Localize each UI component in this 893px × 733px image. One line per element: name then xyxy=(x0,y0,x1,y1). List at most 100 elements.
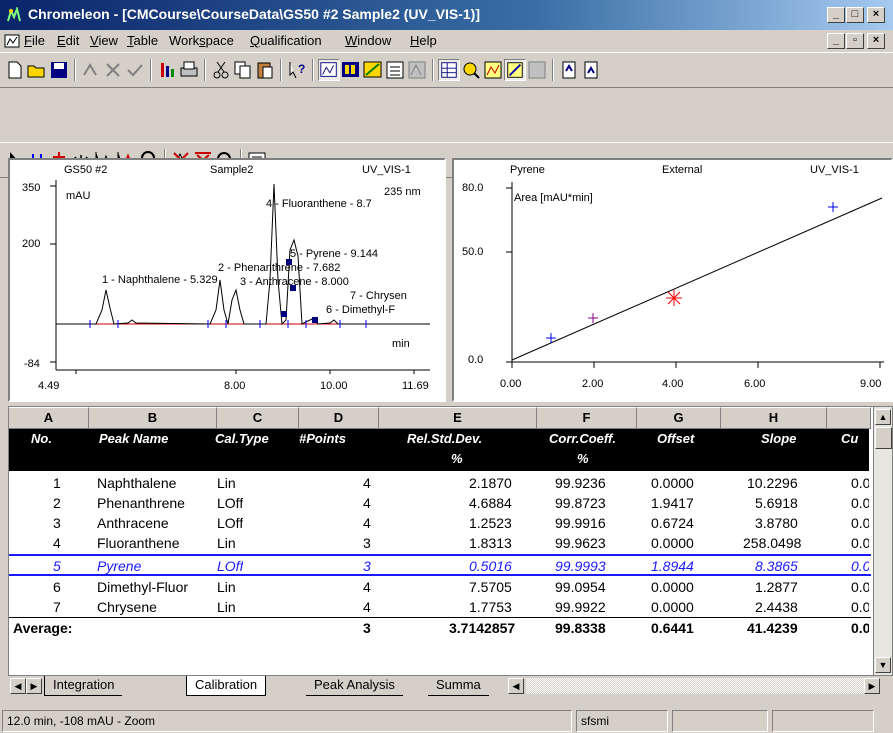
chromatogram-view-icon[interactable] xyxy=(318,59,340,81)
close-button[interactable]: × xyxy=(867,7,885,23)
cell-points: 4 xyxy=(363,495,371,511)
cell-cal-type: Lin xyxy=(217,475,236,491)
paste-icon[interactable] xyxy=(254,59,276,81)
sheet-tab-bar: ◀ ▶ Integration Calibration Peak Analysi… xyxy=(8,676,893,698)
tab-summary[interactable]: Summa xyxy=(428,676,489,696)
scroll-thumb[interactable] xyxy=(875,427,892,449)
column-header-b[interactable]: B xyxy=(89,407,217,429)
delete-icon[interactable] xyxy=(102,59,124,81)
sample-list-icon[interactable] xyxy=(384,59,406,81)
tab-scroll-right-icon[interactable]: ▶ xyxy=(26,678,42,694)
menu-view[interactable]: View xyxy=(90,33,118,48)
calibration-plot-pane[interactable]: Pyrene External UV_VIS-1 Area [mAU*min] … xyxy=(452,158,893,402)
cell-corr-coeff: 99.0954 xyxy=(555,579,606,595)
check-icon[interactable] xyxy=(124,59,146,81)
disabled-view-icon[interactable] xyxy=(526,59,548,81)
table-row[interactable]: 1 Naphthalene Lin 4 2.1870 99.9236 0.000… xyxy=(9,473,871,493)
previous-sample-icon[interactable] xyxy=(580,59,602,81)
column-header-c[interactable]: C xyxy=(217,407,299,429)
column-header-g[interactable]: G xyxy=(637,407,721,429)
status-panel xyxy=(672,710,768,732)
scroll-down-icon[interactable]: ▼ xyxy=(875,657,891,673)
print-icon[interactable] xyxy=(178,59,200,81)
cell-cal-type: LOff xyxy=(217,495,244,511)
table-row[interactable]: 2 Phenanthrene LOff 4 4.6884 99.8723 1.9… xyxy=(9,493,871,513)
menu-edit[interactable]: Edit xyxy=(57,33,79,48)
tab-peak-analysis[interactable]: Peak Analysis xyxy=(306,676,403,696)
header-rsd[interactable]: Rel.Std.Dev. xyxy=(407,431,482,446)
batch-icon[interactable] xyxy=(80,59,102,81)
cut-icon[interactable] xyxy=(210,59,232,81)
cell-cal-type: Lin xyxy=(217,535,236,551)
table-row-selected[interactable]: 5 Pyrene LOff 3 0.5016 99.9993 1.8944 8.… xyxy=(9,554,871,576)
save-icon[interactable] xyxy=(48,59,70,81)
calibration-table[interactable]: A B C D E F G H No. Peak Name Cal.Type #… xyxy=(8,406,893,676)
chromatogram-plot[interactable] xyxy=(10,160,444,400)
open-folder-icon[interactable] xyxy=(26,59,48,81)
scroll-up-icon[interactable]: ▲ xyxy=(875,409,891,425)
cell-points: 3 xyxy=(363,535,371,551)
header-offset[interactable]: Offset xyxy=(657,431,694,446)
calibration-plot-icon[interactable] xyxy=(504,59,526,81)
column-header-a[interactable]: A xyxy=(9,407,89,429)
title-bar[interactable]: Chromeleon - [CMCourse\CourseData\GS50 #… xyxy=(0,0,893,30)
spectra-icon[interactable] xyxy=(406,59,428,81)
header-peak-name[interactable]: Peak Name xyxy=(99,431,168,446)
cell-slope: 258.0498 xyxy=(743,535,802,551)
maximize-button[interactable]: □ xyxy=(846,7,864,23)
column-header-h[interactable]: H xyxy=(721,407,827,429)
table-row[interactable]: 4 Fluoranthene Lin 3 1.8313 99.9623 0.00… xyxy=(9,533,871,553)
peak-table-icon[interactable] xyxy=(340,59,362,81)
header-curve[interactable]: Cu xyxy=(841,431,858,446)
average-row[interactable]: Average: 3 3.7142857 99.8338 0.6441 41.4… xyxy=(9,617,871,637)
vertical-scrollbar[interactable]: ▲ ▼ xyxy=(873,407,892,675)
document-chart-icon[interactable] xyxy=(4,33,20,49)
horizontal-scroll-track[interactable] xyxy=(526,678,864,694)
first-sample-icon[interactable] xyxy=(558,59,580,81)
table-row[interactable]: 3 Anthracene LOff 4 1.2523 99.9916 0.672… xyxy=(9,513,871,533)
h-scroll-right-icon[interactable]: ▶ xyxy=(864,678,880,694)
minimize-button[interactable]: _ xyxy=(827,7,845,23)
menu-workspace[interactable]: Workspace xyxy=(169,33,234,48)
column-header-i[interactable] xyxy=(827,407,871,429)
h-scroll-left-icon[interactable]: ◀ xyxy=(508,678,524,694)
peak-label: 2 - Phenanthrene - 7.682 xyxy=(218,262,341,274)
menu-table[interactable]: Table xyxy=(127,33,158,48)
table-row[interactable]: 6 Dimethyl-Fluor Lin 4 7.5705 99.0954 0.… xyxy=(9,577,871,597)
calibration-curve-plot[interactable] xyxy=(454,160,891,400)
context-help-icon[interactable]: ? xyxy=(286,59,308,81)
peak-purity-icon[interactable] xyxy=(460,59,482,81)
cell-peak-name: Anthracene xyxy=(97,515,169,531)
menu-file[interactable]: File xyxy=(24,33,45,48)
column-header-f[interactable]: F xyxy=(537,407,637,429)
chromatogram-pane[interactable]: GS50 #2 Sample2 UV_VIS-1 mAU 235 nm min … xyxy=(8,158,446,402)
cell-curve: 0.0 xyxy=(851,475,869,491)
menu-help[interactable]: Help xyxy=(410,33,437,48)
calibration-point xyxy=(828,202,838,212)
new-icon[interactable] xyxy=(4,59,26,81)
header-points[interactable]: #Points xyxy=(299,431,346,446)
table-row[interactable]: 7 Chrysene Lin 4 1.7753 99.9922 0.0000 2… xyxy=(9,597,871,617)
calibration-curve-icon[interactable] xyxy=(362,59,384,81)
tab-calibration[interactable]: Calibration xyxy=(186,676,267,696)
menu-qualification[interactable]: Qualification xyxy=(250,33,322,48)
column-header-e[interactable]: E xyxy=(379,407,537,429)
menu-window[interactable]: Window xyxy=(345,33,391,48)
chromeleon-app-icon[interactable] xyxy=(6,7,22,23)
doc-close-button[interactable]: × xyxy=(867,33,885,49)
cell-offset: 0.0000 xyxy=(651,475,694,491)
header-corr-coeff[interactable]: Corr.Coeff. xyxy=(549,431,616,446)
doc-restore-button[interactable]: ▫ xyxy=(846,33,864,49)
column-header-d[interactable]: D xyxy=(299,407,379,429)
tab-integration[interactable]: Integration xyxy=(44,676,123,696)
header-slope[interactable]: Slope xyxy=(761,431,796,446)
cell-slope: 5.6918 xyxy=(755,495,798,511)
report-icon[interactable] xyxy=(156,59,178,81)
overlay-chart-icon[interactable] xyxy=(482,59,504,81)
tab-scroll-left-icon[interactable]: ◀ xyxy=(10,678,26,694)
doc-minimize-button[interactable]: _ xyxy=(827,33,845,49)
header-cal-type[interactable]: Cal.Type xyxy=(215,431,269,446)
copy-icon[interactable] xyxy=(232,59,254,81)
layout-grid-icon[interactable] xyxy=(438,59,460,81)
header-no[interactable]: No. xyxy=(31,431,52,446)
